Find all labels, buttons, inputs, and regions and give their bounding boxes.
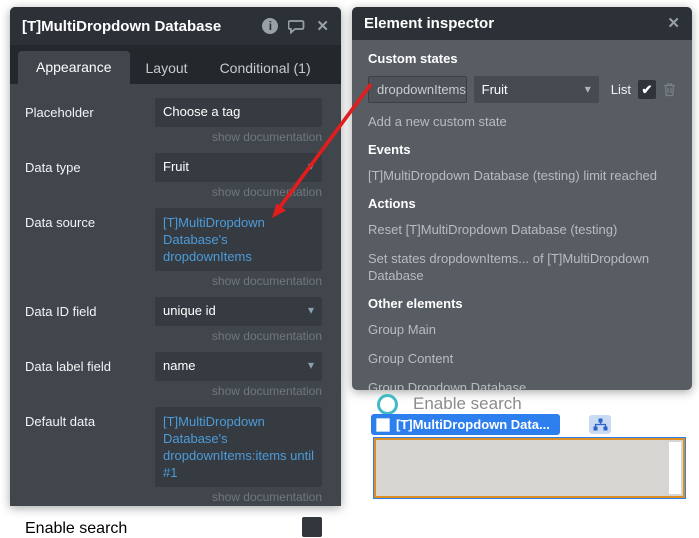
- action-item[interactable]: Set states dropdownItems... of [T]MultiD…: [368, 250, 676, 284]
- field-label: Enable search: [25, 517, 127, 538]
- field-row-data-label: Data label field name show documentation: [25, 352, 322, 407]
- element-tree-button[interactable]: [589, 415, 611, 434]
- field-label: Data label field: [25, 352, 155, 407]
- state-name-input[interactable]: dropdownItems: [368, 76, 467, 103]
- events-header: Events: [368, 142, 676, 157]
- data-label-dropdown[interactable]: name: [155, 352, 322, 381]
- other-element-item[interactable]: Group Content: [368, 350, 676, 367]
- info-icon[interactable]: i: [262, 18, 278, 34]
- show-documentation-link[interactable]: show documentation: [155, 490, 322, 504]
- close-icon[interactable]: ✕: [667, 16, 680, 31]
- actions-header: Actions: [368, 196, 676, 211]
- element-checkbox-icon: [376, 418, 390, 432]
- field-label: Data type: [25, 153, 155, 208]
- field-row-enable-search: Enable search: [25, 517, 322, 538]
- comment-bubble-icon[interactable]: [288, 19, 306, 34]
- inspector-titlebar[interactable]: Element inspector ✕: [352, 7, 692, 40]
- close-icon[interactable]: ✕: [316, 19, 329, 34]
- enable-search-radio[interactable]: [377, 394, 398, 415]
- event-item[interactable]: [T]MultiDropdown Database (testing) limi…: [368, 167, 676, 184]
- field-row-default-data: Default data [T]MultiDropdown Database's…: [25, 407, 322, 513]
- selected-element-name: [T]MultiDropdown Data...: [396, 417, 550, 432]
- other-element-item[interactable]: Group Dropdown Database: [368, 379, 676, 390]
- inspector-title: Element inspector: [364, 15, 667, 32]
- data-source-expression[interactable]: [T]MultiDropdown Database's dropdownItem…: [155, 208, 322, 271]
- field-row-placeholder: Placeholder Choose a tag show documentat…: [25, 98, 322, 153]
- tab-appearance[interactable]: Appearance: [18, 51, 130, 84]
- element-inspector-panel: Element inspector ✕ Custom states dropdo…: [352, 7, 692, 390]
- property-editor-title: [T]MultiDropdown Database: [22, 18, 262, 35]
- field-row-data-id: Data ID field unique id show documentati…: [25, 297, 322, 352]
- property-editor-titlebar[interactable]: [T]MultiDropdown Database i ✕: [10, 7, 341, 45]
- field-label: Data source: [25, 208, 155, 297]
- tab-layout[interactable]: Layout: [130, 53, 204, 84]
- property-editor-panel: [T]MultiDropdown Database i ✕ Appearance…: [10, 7, 341, 506]
- tab-strip: Appearance Layout Conditional (1): [10, 45, 341, 84]
- list-label: List: [611, 82, 631, 97]
- field-row-data-source: Data source [T]MultiDropdown Database's …: [25, 208, 322, 297]
- data-id-dropdown[interactable]: unique id: [155, 297, 322, 326]
- enable-search-canvas-label: Enable search: [413, 394, 522, 414]
- field-label: Default data: [25, 407, 155, 513]
- field-label: Data ID field: [25, 297, 155, 352]
- tab-conditional[interactable]: Conditional (1): [204, 53, 327, 84]
- custom-states-header: Custom states: [368, 51, 676, 66]
- custom-state-row: dropdownItems Fruit List ✔: [368, 76, 676, 103]
- show-documentation-link[interactable]: show documentation: [155, 274, 322, 288]
- multidropdown-element[interactable]: [373, 437, 686, 499]
- element-scroll-strip: [669, 442, 681, 494]
- other-element-item[interactable]: Group Main: [368, 321, 676, 338]
- action-item[interactable]: Reset [T]MultiDropdown Database (testing…: [368, 221, 676, 238]
- default-data-expression[interactable]: [T]MultiDropdown Database's dropdownItem…: [155, 407, 322, 487]
- data-type-dropdown[interactable]: Fruit: [155, 153, 322, 182]
- selected-element-badge[interactable]: [T]MultiDropdown Data...: [371, 414, 560, 435]
- hierarchy-icon: [593, 418, 608, 431]
- field-label: Placeholder: [25, 98, 155, 153]
- show-documentation-link[interactable]: show documentation: [155, 130, 322, 144]
- placeholder-input[interactable]: Choose a tag: [155, 98, 322, 127]
- enable-search-checkbox[interactable]: [302, 517, 322, 537]
- add-custom-state-link[interactable]: Add a new custom state: [368, 113, 676, 130]
- show-documentation-link[interactable]: show documentation: [155, 185, 322, 199]
- trash-icon[interactable]: [663, 82, 676, 97]
- other-elements-header: Other elements: [368, 296, 676, 311]
- field-row-data-type: Data type Fruit show documentation: [25, 153, 322, 208]
- show-documentation-link[interactable]: show documentation: [155, 329, 322, 343]
- list-checkbox[interactable]: ✔: [638, 80, 656, 99]
- state-type-dropdown[interactable]: Fruit: [474, 76, 599, 103]
- show-documentation-link[interactable]: show documentation: [155, 384, 322, 398]
